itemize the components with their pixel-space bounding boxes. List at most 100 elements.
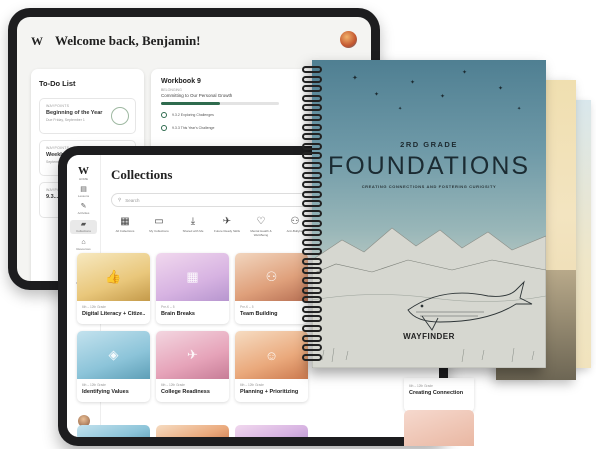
collection-card-kicker: Pre-K – 5 <box>161 305 175 309</box>
collection-grid-next-row <box>77 425 308 437</box>
collection-card-title: Creating Connection <box>409 390 464 396</box>
quick-action-shared-with-me[interactable]: ⤓ Shared with Me <box>179 216 207 237</box>
quick-action-mental-health[interactable]: ♡ Mental Health & Well-Being <box>247 216 275 237</box>
svg-text:✦: ✦ <box>352 74 358 82</box>
spiral-ring <box>302 286 322 294</box>
collection-grid: 👍 6th – 12th Grade Digital Literacy + Citi… <box>77 253 308 402</box>
spiral-ring <box>302 238 322 246</box>
collection-card-kicker: 6th – 12th Grade <box>409 384 433 388</box>
svg-text:✦: ✦ <box>517 106 521 112</box>
quick-action-label: My Collections <box>149 229 169 233</box>
sidebar-item-label: Collections <box>76 229 91 233</box>
collection-card-icon: ✈ <box>187 347 198 362</box>
all-collections-icon: ▦ <box>120 216 130 227</box>
sidebar-item-activities[interactable]: ✎ Activities <box>67 203 100 215</box>
collection-card[interactable]: ◈ 6th – 12th Grade Identifying Values <box>77 331 150 402</box>
spiral-ring <box>302 171 322 179</box>
lesson-label: 9.3.3 This Year's Challenge <box>172 126 215 130</box>
collection-card-partial[interactable] <box>404 410 474 446</box>
collection-card[interactable]: ✈ 6th – 12th Grade College Readiness <box>156 331 229 402</box>
sidebar-item-lessons[interactable]: ▤ Lessons <box>67 186 100 198</box>
spiral-ring <box>302 325 322 333</box>
cover-title: FOUNDATIONS <box>327 152 531 180</box>
collection-card-title: Identifying Values <box>82 389 129 395</box>
collection-card[interactable]: 👍 6th – 12th Grade Digital Literacy + Citi… <box>77 253 150 324</box>
collection-card-image: ⚇ <box>235 253 308 301</box>
quick-action-label: Future Ready Skills <box>213 229 240 233</box>
collection-card-partial[interactable] <box>235 425 308 437</box>
collection-card-partial[interactable] <box>156 425 229 437</box>
spiral-ring <box>302 152 322 160</box>
collection-card-kicker: 6th – 12th Grade <box>82 305 106 309</box>
svg-text:✦: ✦ <box>410 79 415 86</box>
collection-card-kicker: Pre-K – 5 <box>240 305 254 309</box>
collection-card-image: ▦ <box>156 253 229 301</box>
spiral-ring <box>302 104 322 112</box>
spiral-ring <box>302 305 322 313</box>
todo-title: To-Do List <box>39 79 76 88</box>
quick-action-future-ready-skills[interactable]: ✈ Future Ready Skills <box>213 216 241 237</box>
spiral-ring <box>302 277 322 285</box>
resources-icon: ⌂ <box>81 239 86 246</box>
collection-card-image: ✈ <box>156 331 229 379</box>
spiral-ring <box>302 296 322 304</box>
spiral-ring <box>302 142 322 150</box>
collection-card-image: ☺ <box>235 331 308 379</box>
home-label: HOME <box>79 177 88 181</box>
sidebar-item-resources[interactable]: ⌂ Resources <box>67 239 100 251</box>
collection-card-title: College Readiness <box>161 389 210 395</box>
star-icon: ✦ ✦ ✦ ✦ ✦ ✦ ✦ ✦ <box>352 69 521 112</box>
sidebar-item-label: Lessons <box>77 194 90 198</box>
collection-card-title: Planning + Prioritizing <box>240 389 299 395</box>
svg-text:✦: ✦ <box>498 85 503 92</box>
spiral-ring <box>302 75 322 83</box>
collection-card-title: Brain Breaks <box>161 311 195 317</box>
spiral-ring <box>302 209 322 217</box>
search-icon: ⚲ <box>118 197 122 202</box>
quick-action-label: All Collections <box>115 229 135 233</box>
collection-card-image: 👍 <box>77 253 150 301</box>
svg-text:✦: ✦ <box>374 91 379 98</box>
quick-action-all-collections[interactable]: ▦ All Collections <box>111 216 139 237</box>
welcome-heading: Welcome back, Benjamin! <box>55 33 201 48</box>
product-showcase: W Welcome back, Benjamin! To-Do List WAY… <box>0 0 596 449</box>
quick-action-my-collections[interactable]: ▭ My Collections <box>145 216 173 237</box>
quick-action-label: Shared with Me <box>182 229 204 233</box>
mental-health-icon: ♡ <box>256 216 266 227</box>
spiral-ring <box>302 267 322 275</box>
sidebar-logo[interactable]: W HOME <box>67 165 100 181</box>
spiral-ring <box>302 334 322 342</box>
quick-action-label: Mental Health & Well-Being <box>250 229 272 237</box>
collection-card[interactable]: 6th – 12th Grade Creating Connection <box>404 378 474 412</box>
cover-grade: 2RD GRADE <box>400 140 458 149</box>
spiral-ring <box>302 85 322 93</box>
collection-card-icon: 👍 <box>105 269 122 284</box>
svg-text:✦: ✦ <box>398 106 402 112</box>
wayfinder-logo: W <box>78 165 89 177</box>
cover-illustration: ✦ ✦ ✦ ✦ ✦ ✦ ✦ ✦ <box>312 69 546 368</box>
spiral-ring <box>302 344 322 352</box>
spiral-ring <box>302 257 322 265</box>
wayfinder-logo[interactable]: W <box>31 34 55 49</box>
spiral-ring <box>302 161 322 169</box>
collection-card-partial[interactable] <box>77 425 150 437</box>
collection-card[interactable]: ☺ 6th – 12th Grade Planning + Prioritizing <box>235 331 308 402</box>
spiral-ring <box>302 113 322 121</box>
spiral-ring <box>302 94 322 102</box>
todo-item[interactable]: WAYPOINTS Beginning of the Year Due Frid… <box>39 98 136 134</box>
collection-card[interactable]: ▦ Pre-K – 5 Brain Breaks <box>156 253 229 324</box>
workbook-progress-bar <box>161 102 279 105</box>
my-collections-icon: ▭ <box>154 216 164 227</box>
svg-text:✦: ✦ <box>462 69 467 76</box>
collection-card-title: Digital Literacy + Citize... <box>82 311 145 317</box>
foundations-workbook-cover: ✦ ✦ ✦ ✦ ✦ ✦ ✦ ✦ 2RD GRADE FOUNDATIONS CREATI… <box>312 60 546 368</box>
dashboard-header: W Welcome back, Benjamin! <box>17 17 371 65</box>
collections-icon: ▰ <box>80 221 87 228</box>
user-avatar[interactable] <box>340 31 357 48</box>
collection-card-kicker: 6th – 12th Grade <box>82 383 106 387</box>
collection-card[interactable]: ⚇ Pre-K – 5 Team Building <box>235 253 308 324</box>
sidebar-item-collections[interactable]: ▰ Collections <box>70 220 97 234</box>
spiral-ring <box>302 219 322 227</box>
sidebar-item-label: Activities <box>77 211 90 215</box>
collection-card-image: ◈ <box>77 331 150 379</box>
